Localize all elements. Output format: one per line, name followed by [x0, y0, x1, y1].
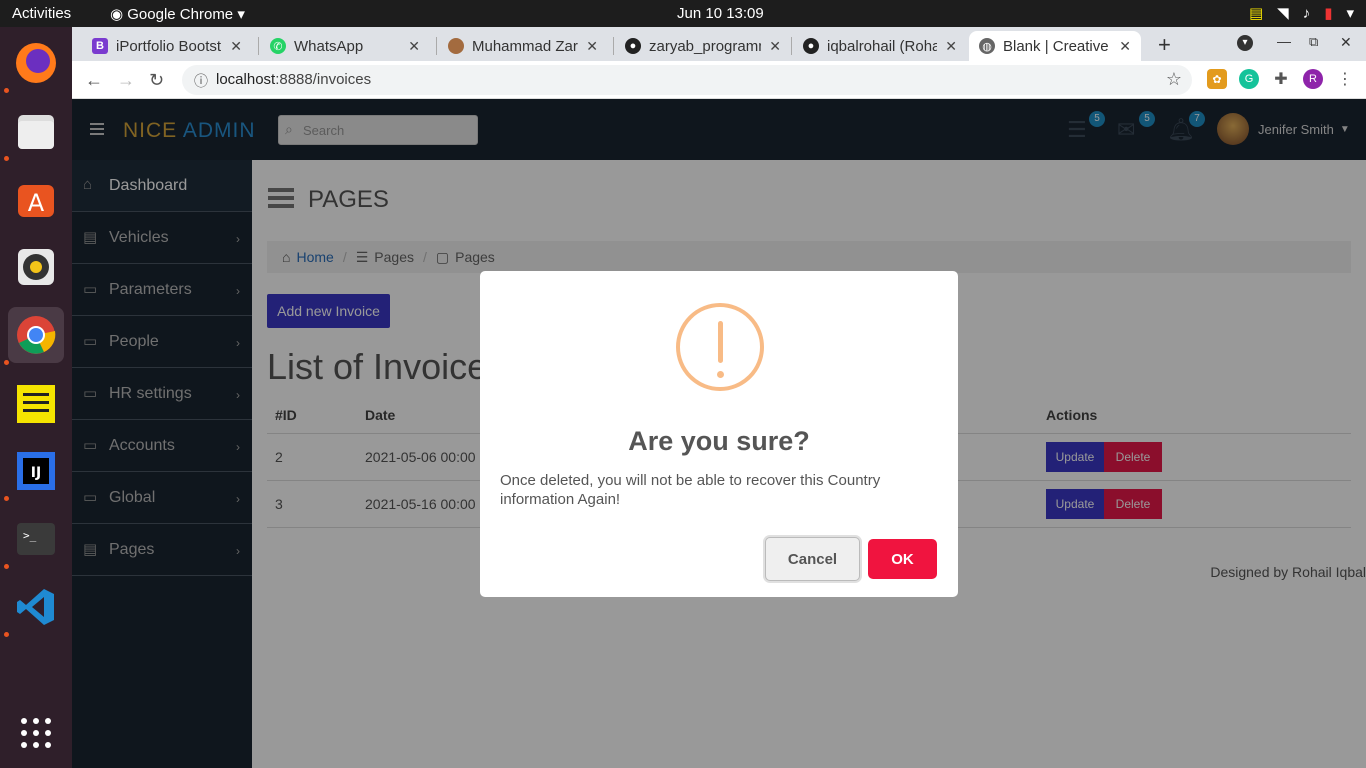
dock: A IJ >_ [0, 27, 72, 768]
svg-text:>_: >_ [23, 529, 37, 542]
browser-tab[interactable]: ● zaryab_programmer ✕ [615, 31, 791, 61]
url-host: localhost [216, 71, 276, 88]
intellij-icon[interactable]: IJ [8, 443, 64, 499]
svg-text:IJ: IJ [31, 465, 41, 481]
firefox-icon[interactable] [8, 35, 64, 91]
browser-tab[interactable]: Muhammad Zaryab ✕ [438, 31, 608, 61]
apps-grid-icon[interactable] [8, 705, 64, 761]
tab-title: iPortfolio Bootstrap [116, 37, 222, 55]
close-icon[interactable]: ✕ [1119, 38, 1131, 55]
app-menu[interactable]: ◉ Google Chrome ▾ [110, 5, 245, 23]
github-icon: ● [625, 38, 641, 54]
activities-button[interactable]: Activities [12, 5, 71, 22]
files-icon[interactable] [8, 103, 64, 159]
terminal-icon[interactable]: >_ [8, 511, 64, 567]
menu-kebab-icon[interactable]: ⋮ [1335, 69, 1355, 89]
clock[interactable]: Jun 10 13:09 [677, 5, 764, 22]
vscode-icon[interactable] [8, 579, 64, 635]
tab-title: WhatsApp [294, 37, 364, 55]
browser-toolbar: ← → ↻ ⓘ localhost:8888/invoices ☆ ✿ G ✚ … [72, 61, 1366, 99]
rhythmbox-icon[interactable] [8, 239, 64, 295]
tab-title: Muhammad Zaryab [472, 37, 578, 55]
browser-tab[interactable]: ● iqbalrohail (Rohail) ✕ [793, 31, 967, 61]
chevron-down-icon[interactable]: ▾ [1346, 4, 1354, 22]
dialog-message: Once deleted, you will not be able to re… [500, 472, 881, 508]
notes-tray-icon[interactable]: ▤ [1249, 4, 1263, 22]
profile-avatar[interactable]: R [1303, 69, 1323, 89]
ok-button[interactable]: OK [868, 539, 937, 579]
browser-tab[interactable]: B iPortfolio Bootstrap ✕ [82, 31, 252, 61]
system-top-bar: Activities ◉ Google Chrome ▾ Jun 10 13:0… [0, 0, 1366, 27]
chrome-icon[interactable] [8, 307, 64, 363]
tab-title: Blank | Creative [1003, 37, 1109, 55]
grammarly-icon[interactable]: G [1239, 69, 1259, 89]
extensions-area: ✿ G ✚ R ⋮ [1207, 69, 1355, 89]
warning-icon [676, 303, 764, 391]
close-icon[interactable]: ✕ [408, 38, 420, 55]
browser-tab[interactable]: ✆ WhatsApp ✕ [260, 31, 430, 61]
avatar-icon [448, 38, 464, 54]
tab-title: iqbalrohail (Rohail) [827, 37, 938, 55]
reload-icon[interactable]: ↻ [149, 70, 164, 91]
wifi-icon[interactable]: ◥ [1277, 4, 1289, 22]
bookmark-star-icon[interactable]: ☆ [1166, 69, 1182, 90]
back-icon[interactable]: ← [85, 70, 103, 91]
address-bar[interactable]: ⓘ localhost:8888/invoices ☆ [182, 65, 1192, 95]
cancel-button[interactable]: Cancel [765, 537, 860, 581]
whatsapp-icon: ✆ [270, 38, 286, 54]
browser-tab-active[interactable]: ◍ Blank | Creative ✕ [969, 31, 1141, 61]
tab-title: zaryab_programmer [649, 37, 761, 55]
volume-icon[interactable]: ♪ [1303, 5, 1311, 22]
close-icon[interactable]: ✕ [586, 38, 598, 55]
extension-icon[interactable]: ✿ [1207, 69, 1227, 89]
site-info-icon[interactable]: ⓘ [194, 71, 208, 91]
browser-tab-strip: B iPortfolio Bootstrap ✕ ✆ WhatsApp ✕ Mu… [72, 27, 1366, 61]
new-tab-button[interactable]: + [1158, 32, 1171, 58]
dialog-title: Are you sure? [628, 426, 810, 456]
close-icon[interactable]: ✕ [230, 38, 242, 55]
github-icon: ● [803, 38, 819, 54]
url-path: :8888/invoices [275, 71, 372, 88]
notes-icon[interactable] [8, 375, 64, 431]
globe-icon: ◍ [979, 38, 995, 54]
svg-text:A: A [28, 189, 45, 217]
system-tray[interactable]: ▤ ◥ ♪ ▮ ▾ [1249, 4, 1354, 23]
software-icon[interactable]: A [8, 171, 64, 227]
confirm-dialog: Are you sure? Once deleted, you will not… [480, 271, 958, 597]
battery-icon[interactable]: ▮ [1324, 4, 1332, 22]
app-menu-label: Google Chrome [127, 6, 234, 23]
minimize-icon[interactable]: — [1277, 33, 1291, 49]
bootstrap-icon: B [92, 38, 108, 54]
window-close-icon[interactable]: ✕ [1340, 34, 1352, 51]
tab-search-icon[interactable]: ▾ [1237, 35, 1253, 51]
puzzle-icon[interactable]: ✚ [1271, 69, 1291, 89]
close-icon[interactable]: ✕ [945, 38, 957, 55]
close-icon[interactable]: ✕ [769, 38, 781, 55]
forward-icon[interactable]: → [117, 70, 135, 91]
maximize-icon[interactable]: ⧉ [1309, 34, 1318, 50]
